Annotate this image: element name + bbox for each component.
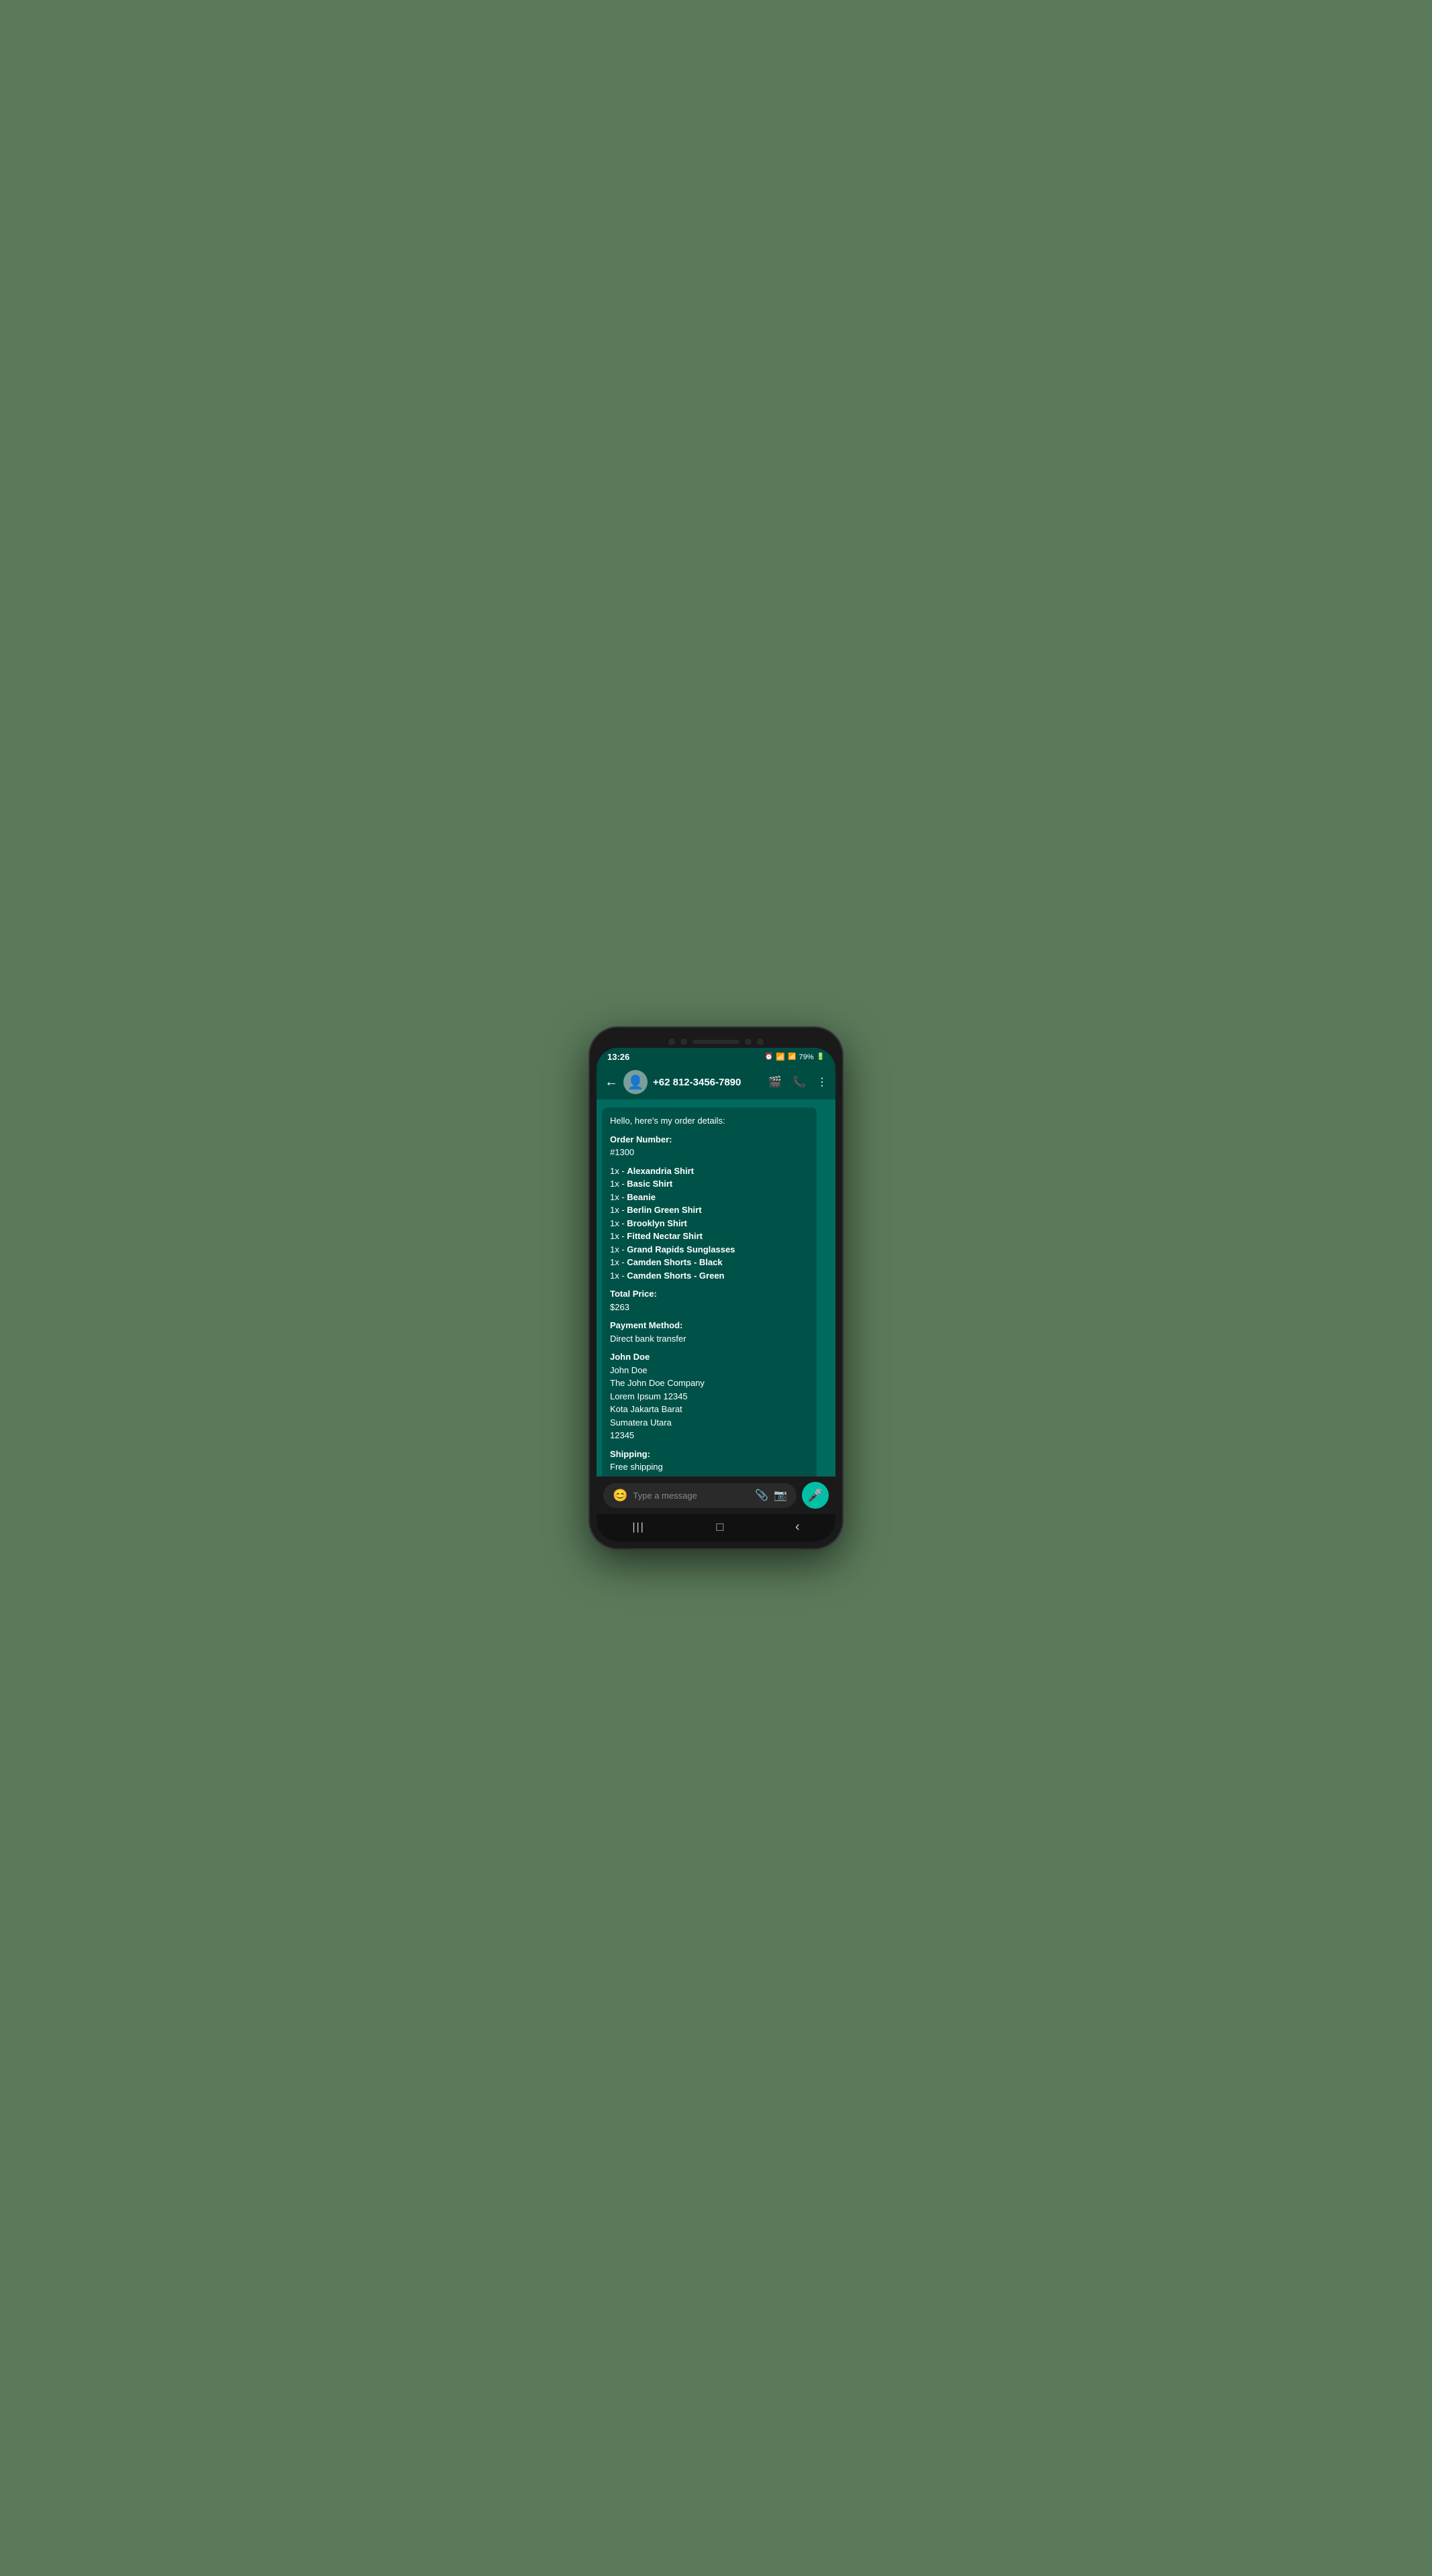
item-9: 1x - Camden Shorts - Green (610, 1269, 809, 1283)
customer-name-bold: John Doe (610, 1350, 809, 1364)
chat-area: Hello, here's my order details: Order Nu… (597, 1099, 835, 1477)
address-line-5: Sumatera Utara (610, 1416, 809, 1430)
alarm-icon: ⏰ (765, 1053, 773, 1061)
signal-icon: 📶 (788, 1053, 796, 1061)
nav-bar: ||| □ ‹ (597, 1514, 835, 1542)
phone-top (597, 1034, 835, 1048)
header-actions: 🎬 📞 ⋮ (768, 1075, 827, 1089)
status-bar: 13:26 ⏰ 📶 📶 79% 🔋 (597, 1048, 835, 1065)
address-line-6: 12345 (610, 1429, 809, 1442)
speaker-bar (693, 1040, 739, 1044)
item-2: 1x - Basic Shirt (610, 1177, 809, 1191)
item-4: 1x - Berlin Green Shirt (610, 1203, 809, 1217)
contact-name: +62 812-3456-7890 (653, 1077, 763, 1088)
total-price-label: Total Price: (610, 1287, 809, 1301)
camera-dot4 (757, 1038, 764, 1045)
address-line-4: Kota Jakarta Barat (610, 1403, 809, 1416)
input-bar: 😊 Type a message 📎 📷 🎤 (597, 1477, 835, 1514)
shipping-value: Free shipping (610, 1460, 809, 1474)
phone-screen: 13:26 ⏰ 📶 📶 79% 🔋 ← 👤 +62 812-3456-7890 … (597, 1048, 835, 1542)
mic-icon: 🎤 (808, 1489, 823, 1503)
address-line-3: Lorem Ipsum 12345 (610, 1390, 809, 1403)
msg-intro: Hello, here's my order details: (610, 1116, 725, 1126)
payment-method: Direct bank transfer (610, 1332, 809, 1346)
order-number-label: Order Number: (610, 1133, 809, 1146)
message-bubble: Hello, here's my order details: Order Nu… (602, 1108, 817, 1477)
back-button[interactable]: ← (605, 1075, 618, 1090)
camera-icon[interactable]: 📷 (774, 1489, 787, 1502)
camera-dot (668, 1038, 675, 1045)
camera-dot2 (680, 1038, 687, 1045)
phone-frame: 13:26 ⏰ 📶 📶 79% 🔋 ← 👤 +62 812-3456-7890 … (589, 1026, 843, 1550)
address-line-2: The John Doe Company (610, 1377, 809, 1390)
status-icons: ⏰ 📶 📶 79% 🔋 (765, 1053, 825, 1061)
avatar: 👤 (623, 1070, 648, 1094)
item-1: 1x - Alexandria Shirt (610, 1165, 809, 1178)
voice-call-icon[interactable]: 📞 (792, 1075, 806, 1089)
battery-percent: 79% (799, 1053, 814, 1061)
order-number: #1300 (610, 1146, 809, 1159)
item-5: 1x - Brooklyn Shirt (610, 1217, 809, 1230)
item-8: 1x - Camden Shorts - Black (610, 1256, 809, 1269)
chat-header: ← 👤 +62 812-3456-7890 🎬 📞 ⋮ (597, 1065, 835, 1099)
shipping-label: Shipping: (610, 1448, 809, 1461)
item-6: 1x - Fitted Nectar Shirt (610, 1230, 809, 1243)
more-options-icon[interactable]: ⋮ (817, 1075, 827, 1089)
emoji-icon[interactable]: 😊 (613, 1489, 627, 1503)
message-placeholder: Type a message (633, 1491, 750, 1501)
items-list: 1x - Alexandria Shirt 1x - Basic Shirt 1… (610, 1165, 809, 1283)
mic-button[interactable]: 🎤 (802, 1482, 829, 1509)
message-input-field[interactable]: 😊 Type a message 📎 📷 (603, 1483, 797, 1508)
nav-back-icon[interactable]: ‹ (795, 1519, 800, 1535)
total-price: $263 (610, 1301, 809, 1314)
video-call-icon[interactable]: 🎬 (768, 1075, 782, 1089)
camera-dot3 (745, 1038, 752, 1045)
attach-icon[interactable]: 📎 (755, 1489, 768, 1502)
address-line-1: John Doe (610, 1364, 809, 1377)
status-time: 13:26 (607, 1052, 629, 1062)
item-3: 1x - Beanie (610, 1191, 809, 1204)
nav-home-icon[interactable]: □ (716, 1520, 723, 1534)
nav-menu-icon[interactable]: ||| (632, 1521, 644, 1534)
payment-method-label: Payment Method: (610, 1319, 809, 1332)
wifi-icon: 📶 (776, 1053, 785, 1061)
avatar-person-icon: 👤 (627, 1074, 644, 1091)
item-7: 1x - Grand Rapids Sunglasses (610, 1243, 809, 1256)
battery-icon: 🔋 (817, 1053, 825, 1061)
